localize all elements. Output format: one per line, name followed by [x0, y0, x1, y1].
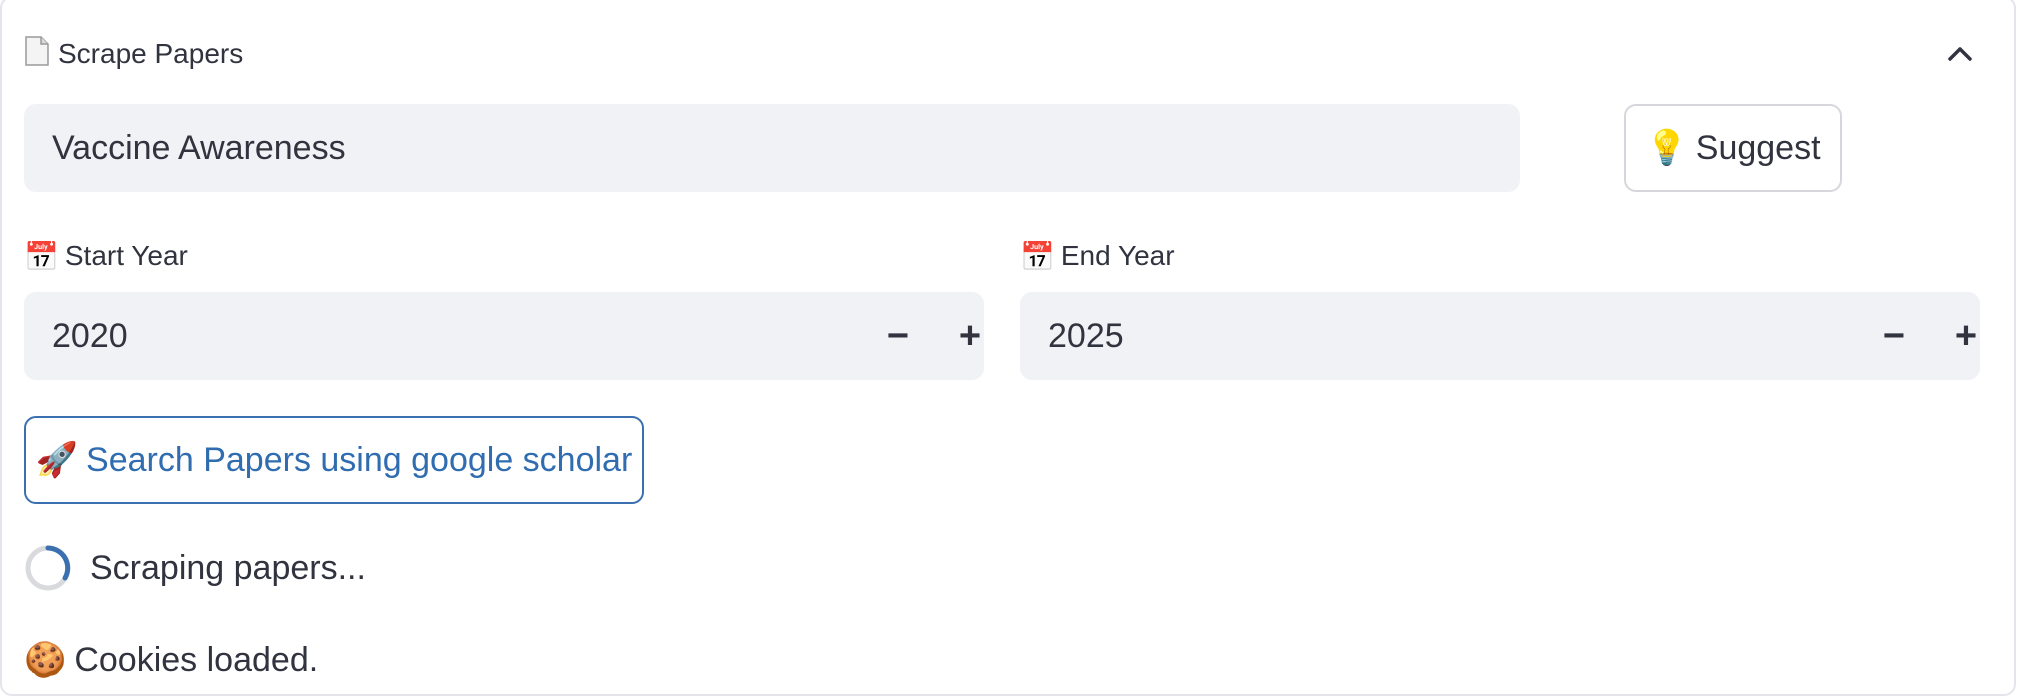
suggest-button-label: Suggest — [1695, 128, 1821, 167]
scraping-status: Scraping papers... — [24, 544, 366, 592]
cookies-message: 🍪 Cookies loaded. — [24, 636, 318, 684]
cookies-message-text: Cookies loaded. — [74, 640, 319, 679]
end-year-label: 📅 End Year — [1020, 236, 1175, 276]
start-year-decrement-button[interactable]: − — [870, 308, 926, 364]
end-year-label-text: End Year — [1060, 240, 1175, 271]
calendar-icon: 📅 — [1020, 240, 1055, 272]
end-year-decrement-button[interactable]: − — [1866, 308, 1922, 364]
search-papers-button-label: Search Papers using google scholar — [86, 440, 633, 479]
expander-header[interactable]: Scrape Papers — [24, 28, 243, 80]
start-year-value: 2020 — [52, 316, 128, 355]
start-year-label-text: Start Year — [64, 240, 188, 271]
topic-input-value: Vaccine Awareness — [52, 128, 346, 167]
calendar-icon: 📅 — [24, 240, 59, 272]
lightbulb-icon: 💡 — [1645, 129, 1688, 167]
chevron-up-icon[interactable] — [1938, 32, 1982, 76]
expander-title: Scrape Papers — [58, 38, 244, 69]
topic-input[interactable]: Vaccine Awareness — [24, 104, 1520, 192]
start-year-label: 📅 Start Year — [24, 236, 188, 276]
cookie-icon: 🍪 — [24, 641, 67, 679]
spinner-icon — [24, 544, 72, 592]
end-year-increment-button[interactable]: + — [1938, 308, 1994, 364]
end-year-input[interactable]: 2025 − + — [1020, 292, 1980, 380]
rocket-icon: 🚀 — [35, 441, 79, 479]
search-papers-button[interactable]: 🚀 Search Papers using google scholar — [24, 416, 644, 504]
start-year-input[interactable]: 2020 − + — [24, 292, 984, 380]
start-year-increment-button[interactable]: + — [942, 308, 998, 364]
end-year-value: 2025 — [1048, 316, 1124, 355]
suggest-button[interactable]: 💡 Suggest — [1624, 104, 1842, 192]
scraping-status-text: Scraping papers... — [90, 548, 366, 587]
page-icon — [24, 35, 50, 73]
